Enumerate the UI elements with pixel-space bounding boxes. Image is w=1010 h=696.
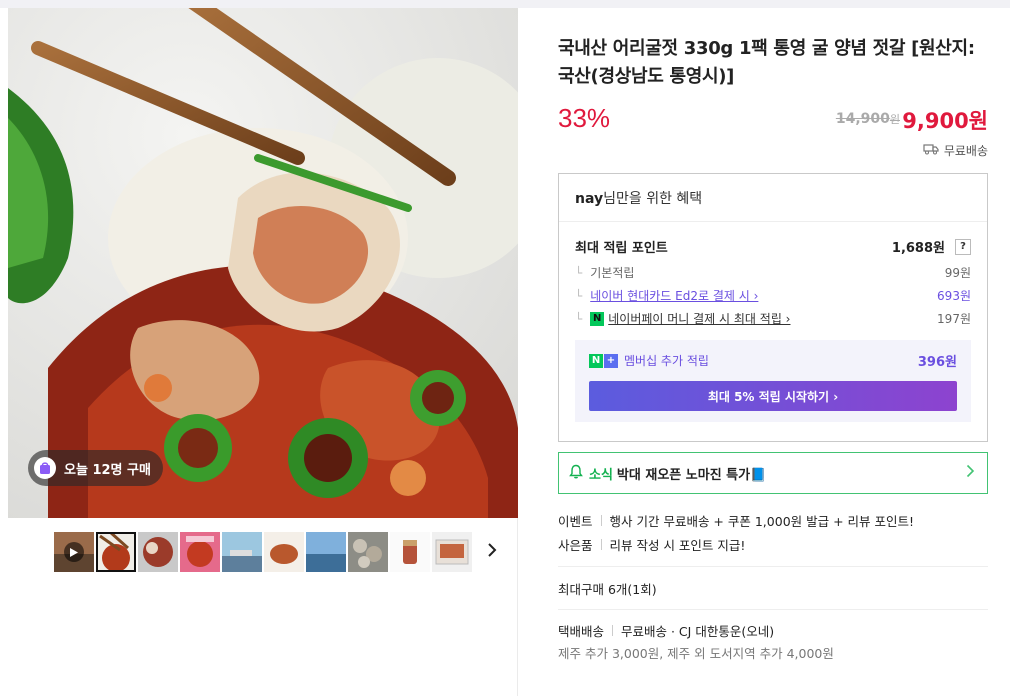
shopping-bag-icon [34,457,56,479]
thumbnail-item[interactable] [180,532,220,572]
points-npay-value: 197원 [937,312,971,326]
points-row-basic: └ 기본적립 99원 [575,265,971,281]
top-bar [0,0,1010,8]
membership-label: 멤버십 추가 적립 [624,354,709,368]
max-points-row: 최대 적립 포인트 1,688원? [575,237,971,256]
thumbnail-item[interactable] [348,532,388,572]
truck-icon [923,143,939,158]
next-thumbnail-button[interactable] [482,540,502,564]
membership-row: N + 멤버십 추가 적립 396원 [589,351,957,370]
thumbnail-strip [54,532,472,572]
chevron-right-icon [487,542,497,562]
naver-plus-icon: N + [589,353,618,368]
delivery-extra: 제주 추가 3,000원, 제주 외 도서지역 추가 4,000원 [558,645,834,661]
membership-value: 396원 [917,355,957,370]
chevron-right-icon [966,464,975,482]
delivery-value: 무료배송 · CJ 대한통운(오네) [621,623,775,639]
thumbnail-item[interactable] [306,532,346,572]
product-info-panel: 국내산 어리굴젓 330g 1팩 통영 굴 양념 젓갈 [원산지: 국산(경상남… [558,8,988,662]
membership-start-button[interactable]: 최대 5% 적립 시작하기 › [589,381,957,411]
discount-rate: 33% [558,103,611,133]
membership-box: N + 멤버십 추가 적립 396원 최대 5% 적립 시작하기 › [575,340,971,422]
points-basic-label: 기본적립 [590,266,635,280]
thumbnail-video[interactable] [54,532,94,572]
hyundai-card-link[interactable]: 네이버 현대카드 Ed2로 결제 시 › [590,287,758,304]
npay-money-link[interactable]: 네이버페이 머니 결제 시 최대 적립 › [608,310,790,327]
divider [558,609,988,610]
delivery-key: 택배배송 [558,623,605,639]
product-main-image[interactable] [8,8,518,518]
original-price: 14,900원 [836,111,900,127]
shipping-label: 무료배송 [943,143,988,158]
delivery-extra-line: 제주 추가 3,000원, 제주 외 도서지역 추가 4,000원 [558,642,988,662]
max-points-value: 1,688원 [891,241,945,256]
event-value: 행사 기간 무료배송 + 쿠폰 1,000원 발급 + 리뷰 포인트! [609,513,915,529]
max-buy-line: 최대구매 6개(1회) [558,567,988,609]
purchase-info: 이벤트 행사 기간 무료배송 + 쿠폰 1,000원 발급 + 리뷰 포인트! … [558,508,988,662]
news-tag: 소식 [589,467,613,483]
original-price-value: 14,900 [835,111,890,127]
thumbnail-item[interactable] [138,532,178,572]
gift-line: 사은품 리뷰 작성 시 포인트 지급! [558,532,988,556]
gift-value: 리뷰 작성 시 포인트 지급! [609,537,746,553]
max-buy-text: 최대구매 6개(1회) [558,581,657,597]
benefit-box: nay님만을 위한 혜택 최대 적립 포인트 1,688원? └ 기본적립 99원… [558,173,988,442]
event-key: 이벤트 [558,513,593,529]
delivery-line: 택배배송 무료배송 · CJ 대한통운(오네) [558,618,988,642]
help-button[interactable]: ? [955,238,971,255]
max-points-label: 최대 적립 포인트 [575,241,668,256]
thumbnail-item[interactable] [96,532,136,572]
thumbnail-item[interactable] [390,532,430,572]
gallery-panel: 오늘 12명 구매 [8,8,518,696]
news-text: 박대 재오픈 노마진 특가📘 [616,467,767,483]
thumbnail-item[interactable] [264,532,304,572]
buy-count-text: 오늘 12명 구매 [64,462,151,478]
price-row: 33% 14,900원 9,900원 [558,101,988,141]
original-price-unit: 원 [889,113,900,126]
product-title: 국내산 어리굴젓 330g 1팩 통영 굴 양념 젓갈 [원산지: 국산(경상남… [558,38,975,87]
points-basic-value: 99원 [944,266,971,280]
points-row-npay: └ N 네이버페이 머니 결제 시 최대 적립 › 197원 [575,310,971,327]
sale-price: 9,900원 [902,109,988,133]
store-news-banner[interactable]: 소식 박대 재오픈 노마진 특가📘 [558,452,988,494]
gift-key: 사은품 [558,537,593,553]
event-line: 이벤트 행사 기간 무료배송 + 쿠폰 1,000원 발급 + 리뷰 포인트! [558,508,988,532]
benefit-user: nay [575,191,604,207]
points-card-value: 693원 [937,289,971,303]
benefit-title-text: 님만을 위한 혜택 [603,191,703,207]
npay-icon: N [590,311,605,326]
thumbnail-item[interactable] [432,532,472,572]
buy-count-badge: 오늘 12명 구매 [28,450,163,486]
bell-icon [569,464,583,483]
play-icon [64,542,84,562]
thumbnail-item[interactable] [222,532,262,572]
benefit-title: nay님만을 위한 혜택 [559,174,987,222]
shipping-info: 무료배송 [558,141,988,159]
points-row-card: └ 네이버 현대카드 Ed2로 결제 시 › 693원 [575,287,971,304]
